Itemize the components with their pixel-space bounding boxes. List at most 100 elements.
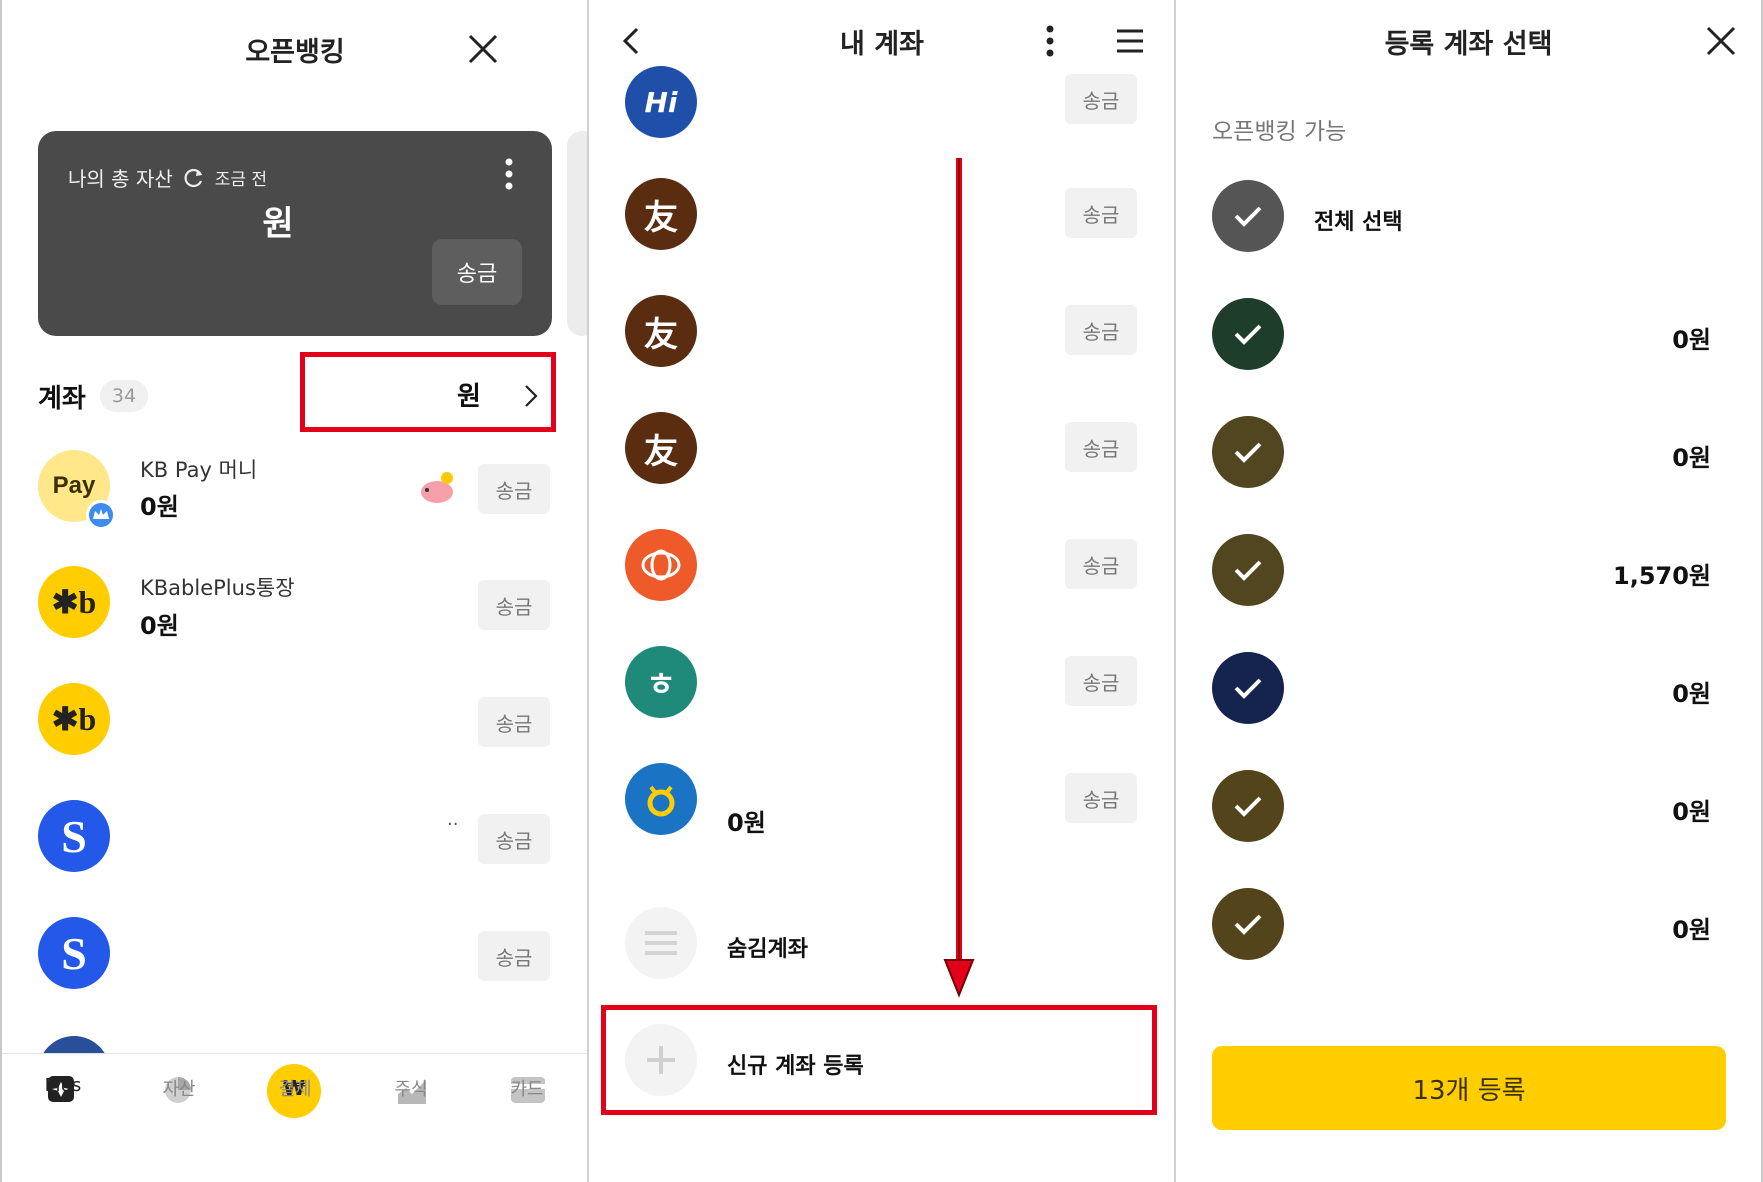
more-options-icon[interactable]: [1045, 24, 1055, 58]
highlight-box-new-account: [601, 1005, 1157, 1115]
menu-icon[interactable]: [1115, 28, 1145, 54]
list-item[interactable]: S 송금: [2, 917, 588, 1022]
send-button[interactable]: 송금: [478, 580, 550, 630]
list-item[interactable]: 0원: [1176, 652, 1761, 726]
account-amount: 0원: [140, 612, 179, 640]
crown-badge-icon: [86, 500, 116, 530]
send-button[interactable]: 송금: [1065, 188, 1137, 238]
select-all-label: 전체 선택: [1314, 210, 1403, 235]
woori-bank-logo: 友: [625, 178, 697, 250]
woori-bank-logo: 友: [625, 412, 697, 484]
truncated-text: ··: [447, 814, 459, 835]
asset-label: 나의 총 자산: [68, 167, 173, 191]
hidden-accounts-row[interactable]: 숨김계좌: [589, 907, 1175, 987]
send-button[interactable]: 송금: [1065, 305, 1137, 355]
more-options-icon[interactable]: [504, 157, 514, 191]
shinhan-bank-logo: S: [38, 917, 110, 989]
checkmark-icon: [1212, 180, 1284, 252]
asset-header: 나의 총 자산 조금 전: [68, 163, 267, 192]
scroll-down-arrow: [943, 158, 975, 998]
close-icon[interactable]: [466, 32, 500, 66]
list-item[interactable]: 0원: [1176, 770, 1761, 844]
nav-assets[interactable]: 자산: [134, 1075, 224, 1101]
kb-bank-logo: ✱b: [38, 683, 110, 755]
nonghyup-bank-logo: [625, 763, 697, 835]
account-amount: 1,570원: [1613, 562, 1711, 590]
bottom-nav: ₩: [2, 1053, 588, 1182]
account-name: KBablePlus통장: [140, 576, 295, 600]
section-label: 오픈뱅킹 가능: [1212, 119, 1347, 145]
register-button[interactable]: 13개 등록: [1212, 1046, 1726, 1130]
account-amount: 0원: [1672, 444, 1711, 472]
list-item[interactable]: ✱b KBablePlus통장 0원 송금: [2, 566, 588, 671]
account-amount: 0원: [1672, 680, 1711, 708]
close-icon[interactable]: [1704, 24, 1738, 58]
send-button[interactable]: 송금: [478, 464, 550, 514]
nav-stocks[interactable]: 주식: [366, 1075, 456, 1101]
accounts-count-badge: 34: [100, 380, 148, 412]
list-item[interactable]: 0원 송금: [589, 763, 1175, 863]
send-button[interactable]: 송금: [1065, 74, 1137, 124]
select-all-row[interactable]: 전체 선택: [1176, 180, 1761, 254]
hidden-list-icon: [625, 907, 697, 979]
accounts-label: 계좌: [38, 384, 86, 414]
bottom-action-area: 13개 등록: [1176, 1006, 1761, 1182]
send-button[interactable]: 송금: [478, 697, 550, 747]
select-accounts-panel: 등록 계좌 선택 오픈뱅킹 가능 전체 선택 0원 0원 1,570원 0원 0…: [1176, 0, 1761, 1182]
list-item[interactable]: 友 송금: [589, 295, 1175, 375]
list-item[interactable]: 송금: [589, 529, 1175, 609]
checked-bank-logo: [1212, 888, 1284, 960]
hana-bank-logo: ㅎ: [625, 646, 697, 718]
account-amount: 0원: [1672, 798, 1711, 826]
piggy-bank-icon: [421, 472, 453, 503]
account-amount: 0원: [140, 493, 179, 521]
hi-bank-logo: Hi: [625, 66, 697, 138]
list-item[interactable]: 0원: [1176, 298, 1761, 372]
shinhan-bank-logo: S: [38, 800, 110, 872]
list-item[interactable]: S ·· 송금: [2, 800, 588, 905]
nav-plus[interactable]: Plus: [18, 1075, 108, 1096]
list-item[interactable]: 1,570원: [1176, 534, 1761, 608]
page-title: 등록 계좌 선택: [1384, 29, 1553, 60]
next-card-peek: [567, 131, 588, 336]
account-amount: 0원: [727, 809, 766, 837]
list-item[interactable]: ㅎ 송금: [589, 646, 1175, 726]
my-accounts-panel: 내 계좌 Hi 송금 友 송금 友 송금 友 송금 송금 ㅎ 송금 0원 송금 …: [589, 0, 1175, 1182]
list-item[interactable]: 友 송금: [589, 178, 1175, 258]
account-name: KB Pay 머니: [140, 458, 258, 482]
highlight-box-total: [300, 352, 556, 432]
account-amount: 0원: [1672, 326, 1711, 354]
nav-payment[interactable]: 결제: [250, 1075, 340, 1101]
checked-bank-logo: [1212, 416, 1284, 488]
checked-bank-logo: [1212, 652, 1284, 724]
list-item[interactable]: Pay KB Pay 머니 0원 송금: [2, 450, 588, 555]
list-item[interactable]: Hi 송금: [589, 62, 1175, 142]
account-amount: 0원: [1672, 916, 1711, 944]
send-button[interactable]: 송금: [1065, 539, 1137, 589]
page-title: 내 계좌: [840, 29, 924, 60]
send-button[interactable]: 송금: [478, 814, 550, 864]
checked-bank-logo: [1212, 298, 1284, 370]
total-asset-card: 나의 총 자산 조금 전 원 송금: [38, 131, 552, 336]
nav-card[interactable]: 카드: [482, 1075, 572, 1101]
checked-bank-logo: [1212, 770, 1284, 842]
woori-bank-logo: 友: [625, 295, 697, 367]
send-button[interactable]: 송금: [478, 931, 550, 981]
refresh-icon[interactable]: [183, 167, 205, 189]
list-item[interactable]: 0원: [1176, 888, 1761, 962]
open-banking-panel: 오픈뱅킹 나의 총 자산 조금 전 원 송금 계좌 34 원 Pay KB Pa…: [2, 0, 588, 1182]
send-button[interactable]: 송금: [1065, 656, 1137, 706]
kb-bank-logo: ✱b: [38, 566, 110, 638]
list-item[interactable]: 0원: [1176, 416, 1761, 490]
list-item[interactable]: 友 송금: [589, 412, 1175, 492]
checked-bank-logo: [1212, 534, 1284, 606]
list-item[interactable]: ✱b 송금: [2, 683, 588, 788]
refresh-time: 조금 전: [214, 170, 268, 190]
total-asset-amount: 원: [262, 204, 294, 244]
card-send-button[interactable]: 송금: [432, 239, 522, 305]
send-button[interactable]: 송금: [1065, 773, 1137, 823]
send-button[interactable]: 송금: [1065, 422, 1137, 472]
page-title: 오픈뱅킹: [245, 37, 345, 68]
citi-bank-logo: [625, 529, 697, 601]
hidden-accounts-label: 숨김계좌: [727, 937, 808, 962]
